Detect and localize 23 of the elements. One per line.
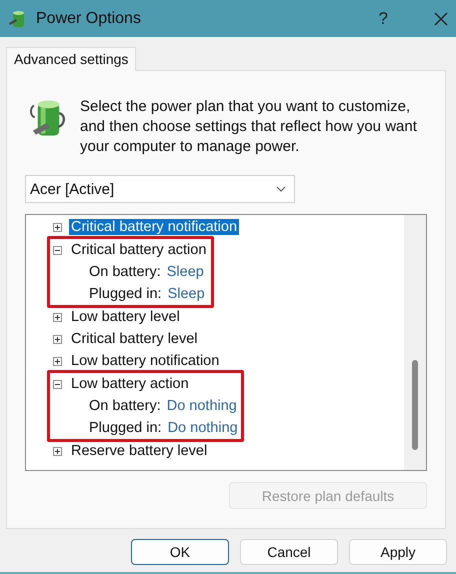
dialog-button[interactable]: OK — [131, 539, 229, 565]
tree-item[interactable]: Low battery level — [69, 309, 182, 325]
setting-label: On battery: — [89, 398, 161, 414]
tree-item[interactable]: Critical battery level — [69, 331, 200, 347]
setting-value-link[interactable]: Do nothing — [168, 420, 238, 436]
setting-value-link[interactable]: Do nothing — [166, 398, 237, 414]
setting-label: Plugged in: — [89, 420, 162, 436]
dialog-button[interactable]: Apply — [349, 539, 447, 565]
dialog-button[interactable]: Cancel — [240, 539, 338, 565]
setting-label: Plugged in: — [89, 286, 162, 302]
setting-value-link[interactable]: Sleep — [168, 286, 205, 302]
setting-label: On battery: — [89, 264, 161, 280]
tree-item[interactable]: Reserve battery level — [69, 443, 210, 459]
tree-item[interactable]: Critical battery notification — [69, 219, 240, 235]
tree-item[interactable]: Low battery notification — [69, 353, 222, 369]
instruction-text: Select the power plan that you want to customize, and then choose settings that reflect how you want your computer to manage power. — [80, 97, 418, 157]
help-button[interactable]: ? — [378, 8, 388, 28]
tab[interactable]: Advanced settings — [6, 47, 136, 71]
plan-dropdown[interactable]: Acer [Active] — [25, 175, 295, 203]
tree-item[interactable]: Critical battery action — [69, 242, 208, 258]
window-title: Power Options — [36, 10, 142, 28]
tree-item[interactable]: Low battery action — [69, 376, 191, 392]
setting-value-link[interactable]: Sleep — [166, 264, 204, 280]
